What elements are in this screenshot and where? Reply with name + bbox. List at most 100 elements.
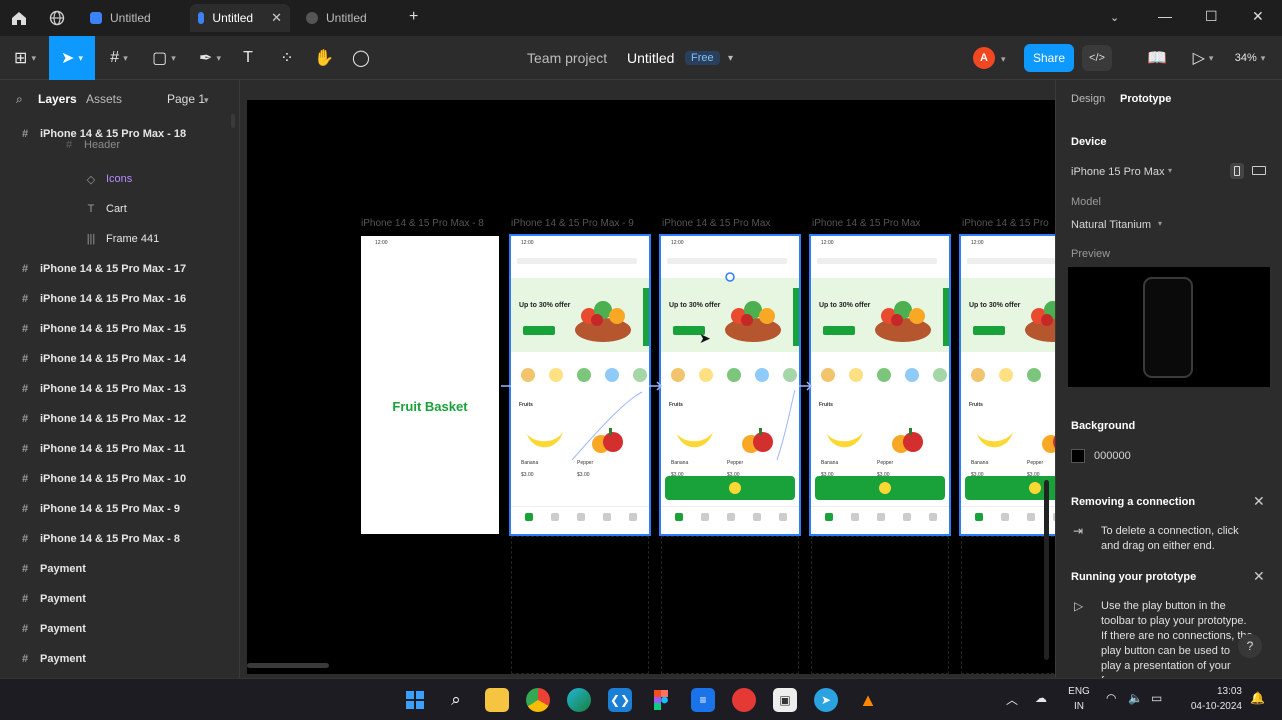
breadcrumb-team[interactable]: Team project — [527, 50, 607, 66]
notification-bell-icon[interactable]: 🔔 — [1250, 691, 1265, 705]
model-chevron-icon[interactable]: ▾ — [1158, 219, 1162, 228]
figma-menu-icon: ⊞ — [14, 50, 28, 67]
layer-row[interactable]: T Cart — [0, 194, 239, 224]
layer-label: Payment — [40, 563, 86, 575]
tab-untitled-3[interactable]: Untitled — [298, 4, 398, 32]
library-book-icon[interactable]: 📖 — [1145, 36, 1169, 80]
home-icon[interactable] — [10, 9, 28, 27]
clock-time[interactable]: 13:03 — [1182, 686, 1242, 697]
main-menu-button[interactable]: ⊞ ▾ — [8, 36, 42, 80]
notepad-icon[interactable]: ≡ — [691, 688, 715, 712]
comment-tool-button[interactable]: ◯ — [349, 36, 373, 80]
share-button[interactable]: Share — [1024, 44, 1074, 72]
search-icon[interactable]: ⌕ — [444, 688, 468, 712]
new-tab-plus-icon[interactable]: + — [409, 8, 418, 26]
layer-row[interactable]: # iPhone 14 & 15 Pro Max - 10 — [0, 464, 239, 494]
vscode-icon[interactable]: ❮❯ — [608, 688, 632, 712]
layer-row[interactable]: # iPhone 14 & 15 Pro Max - 12 — [0, 404, 239, 434]
layer-row[interactable]: ◇ Icons — [0, 164, 239, 194]
tab-assets[interactable]: Assets — [86, 92, 122, 106]
volume-icon[interactable]: 🔈 — [1128, 691, 1143, 705]
figma-icon[interactable] — [649, 688, 673, 712]
clock-date[interactable]: 04-10-2024 — [1182, 701, 1242, 712]
layer-row[interactable]: ||| Frame 441 — [0, 224, 239, 254]
tab-prototype[interactable]: Prototype — [1120, 93, 1171, 105]
comment-bubble-icon: ◯ — [352, 50, 370, 67]
avatar-chevron-icon[interactable]: ▾ — [1001, 54, 1006, 65]
model-select[interactable]: Natural Titanium — [1071, 219, 1151, 231]
file-name[interactable]: Untitled — [627, 50, 674, 66]
frame-tool-button[interactable]: # ▾ — [102, 36, 136, 80]
page-selector[interactable]: Page 1 — [167, 92, 205, 106]
tabs-dropdown-icon[interactable]: ⌄ — [1110, 11, 1119, 24]
layer-row[interactable]: # Payment — [0, 584, 239, 614]
move-tool-button[interactable]: ➤ ▾ — [49, 36, 95, 80]
windows-start-icon[interactable] — [403, 688, 427, 712]
window-close-icon[interactable]: ✕ — [1252, 8, 1264, 25]
vlc-icon[interactable]: ▲ — [856, 688, 880, 712]
layer-row[interactable]: # iPhone 14 & 15 Pro Max - 16 — [0, 284, 239, 314]
layer-row[interactable]: # iPhone 14 & 15 Pro Max - 13 — [0, 374, 239, 404]
layer-row[interactable]: # iPhone 14 & 15 Pro Max - 17 — [0, 254, 239, 284]
onedrive-icon[interactable]: ☁ — [1035, 691, 1047, 705]
close-icon[interactable]: ✕ — [271, 10, 282, 26]
canvas-v-scrollbar[interactable] — [1044, 480, 1049, 660]
hand-tool-button[interactable]: ✋ — [312, 36, 336, 80]
chrome-icon[interactable] — [526, 688, 550, 712]
design-canvas[interactable]: iPhone 14 & 15 Pro Max - 8 iPhone 14 & 1… — [247, 100, 1055, 674]
layer-row[interactable]: # iPhone 14 & 15 Pro Max - 15 — [0, 314, 239, 344]
dev-mode-toggle[interactable]: </> — [1082, 45, 1112, 71]
telegram-icon[interactable]: ➤ — [814, 688, 838, 712]
wifi-icon[interactable]: ◠ — [1106, 691, 1116, 705]
file-explorer-icon[interactable] — [485, 688, 509, 712]
present-button[interactable]: ▷ ▾ — [1186, 36, 1220, 80]
plan-badge[interactable]: Free — [685, 51, 720, 65]
minimize-icon[interactable]: — — [1158, 8, 1172, 24]
layer-row[interactable]: # iPhone 14 & 15 Pro Max - 11 — [0, 434, 239, 464]
frame-layer-icon: # — [21, 503, 29, 515]
recorder-icon[interactable] — [732, 688, 756, 712]
frame-hash-icon: # — [110, 49, 120, 66]
resources-button[interactable]: ⁘ — [275, 36, 299, 80]
close-icon[interactable]: ✕ — [1253, 568, 1265, 585]
help-button[interactable]: ? — [1238, 634, 1262, 658]
pen-tool-button[interactable]: ✒ ▾ — [192, 36, 228, 80]
language-2[interactable]: IN — [1068, 701, 1090, 712]
layer-row[interactable]: # Payment — [0, 554, 239, 584]
layer-row[interactable]: # iPhone 14 & 15 Pro Max - 14 — [0, 344, 239, 374]
search-icon[interactable]: ⌕ — [16, 92, 23, 107]
layer-label: iPhone 14 & 15 Pro Max - 13 — [40, 383, 187, 395]
layer-row[interactable]: # iPhone 14 & 15 Pro Max - 8 — [0, 524, 239, 554]
store-icon[interactable]: ▣ — [773, 688, 797, 712]
device-select[interactable]: iPhone 15 Pro Max — [1071, 166, 1165, 178]
tab-untitled-2[interactable]: Untitled ✕ — [190, 4, 290, 32]
portrait-icon[interactable] — [1230, 163, 1244, 179]
layer-row[interactable]: # Payment — [0, 614, 239, 644]
landscape-icon[interactable] — [1252, 166, 1266, 175]
zoom-dropdown[interactable]: 34% ▾ — [1228, 36, 1272, 80]
canvas-h-scrollbar[interactable] — [247, 663, 329, 668]
maximize-icon[interactable]: ☐ — [1205, 8, 1218, 25]
layer-row[interactable]: # iPhone 14 & 15 Pro Max - 9 — [0, 494, 239, 524]
battery-icon[interactable]: ▭ — [1151, 691, 1162, 705]
device-chevron-icon[interactable]: ▾ — [1168, 166, 1172, 175]
community-globe-icon[interactable] — [49, 10, 65, 26]
close-icon[interactable]: ✕ — [1253, 493, 1265, 510]
tray-overflow-icon[interactable]: ︿ — [1006, 691, 1018, 708]
background-swatch[interactable] — [1071, 449, 1085, 463]
language-1[interactable]: ENG — [1068, 686, 1090, 697]
tab-layers[interactable]: Layers — [38, 92, 77, 106]
tab-design[interactable]: Design — [1071, 93, 1105, 105]
edge-icon[interactable] — [567, 688, 591, 712]
layer-label: iPhone 14 & 15 Pro Max - 16 — [40, 293, 187, 305]
shape-tool-button[interactable]: ▢ ▾ — [146, 36, 182, 80]
file-menu-chevron-icon[interactable]: ▾ — [728, 53, 733, 64]
page-chevron-icon[interactable]: ▾ — [204, 95, 209, 106]
tab-untitled-1[interactable]: Untitled — [82, 4, 182, 32]
layer-row[interactable]: # Payment — [0, 644, 239, 674]
avatar[interactable]: A — [973, 47, 995, 69]
layer-row[interactable]: # Header — [0, 134, 239, 156]
text-tool-button[interactable]: T — [236, 36, 260, 80]
background-hex[interactable]: 000000 — [1094, 450, 1131, 462]
panel-scrollbar[interactable] — [231, 110, 237, 670]
